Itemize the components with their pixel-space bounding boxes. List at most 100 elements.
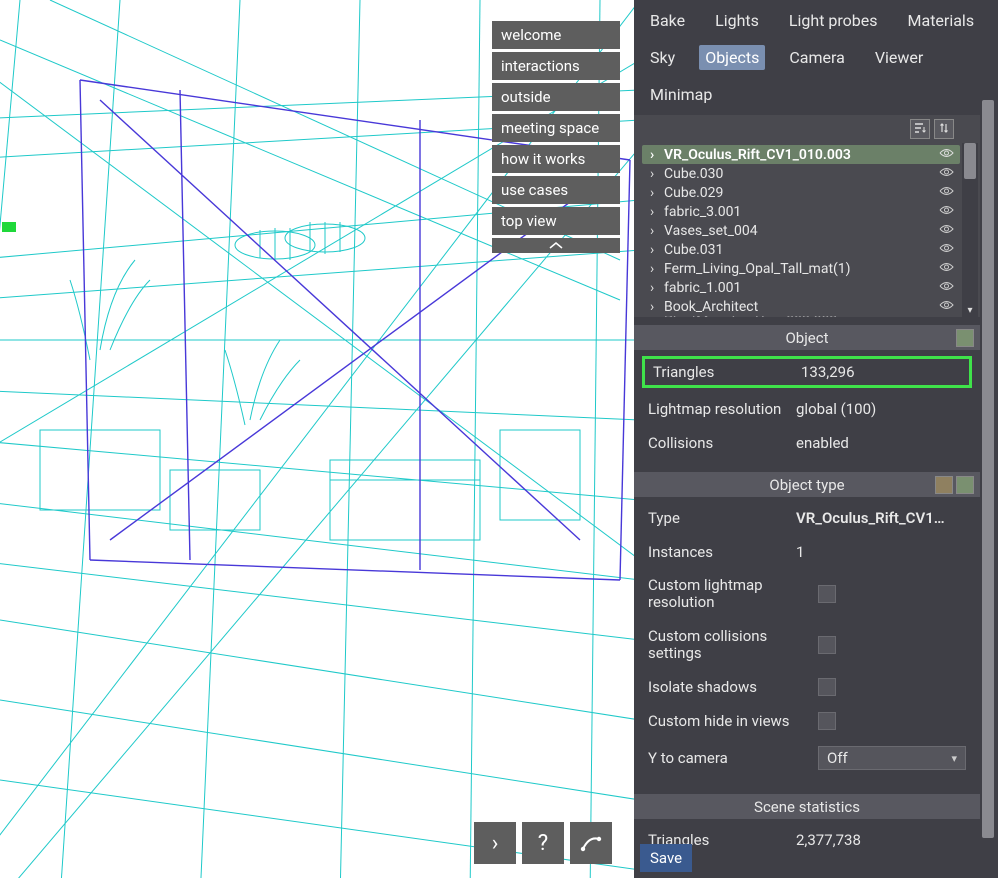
objtype-type-row: Type VR_Oculus_Rift_CV1… [634, 501, 980, 535]
tree-row[interactable]: › Cube.030 [642, 164, 960, 183]
chevron-right-icon: › [650, 166, 660, 182]
prop-label: Isolate shadows [648, 678, 818, 696]
tab-lights[interactable]: Lights [709, 8, 765, 33]
tab-bake[interactable]: Bake [644, 8, 691, 33]
prop-label: Collisions [648, 434, 796, 452]
chevron-right-icon: › [650, 242, 660, 258]
visibility-icon[interactable] [939, 242, 954, 258]
prop-label: Y to camera [648, 749, 818, 767]
view-menu-collapse[interactable] [492, 238, 620, 253]
sort-updown-button[interactable] [934, 119, 954, 139]
sort-arrows-icon [938, 122, 950, 137]
prop-label: Instances [648, 543, 796, 561]
visibility-icon[interactable] [939, 299, 954, 315]
tree-row-label: Vases_set_004 [664, 223, 758, 239]
object-collisions-row: Collisions enabled [634, 426, 980, 460]
help-button[interactable]: ? [522, 822, 564, 864]
color-swatch[interactable] [956, 329, 974, 347]
checkbox[interactable] [818, 636, 836, 654]
tree-row[interactable]: › Cube.029 [642, 183, 960, 202]
view-menu-item[interactable]: how it works [492, 145, 620, 173]
view-menu-item[interactable]: welcome [492, 21, 620, 49]
tree-row[interactable]: › VR_Oculus_Rift_CV1_010.003 [642, 145, 960, 164]
tree-row[interactable]: › Ferm_Living_Opal_Tall_mat(1) [642, 259, 960, 278]
tree-row[interactable]: › Vases_set_004 [642, 221, 960, 240]
visibility-icon[interactable] [939, 280, 954, 296]
view-menu-item[interactable]: top view [492, 207, 620, 235]
objtype-instances-row: Instances 1 [634, 535, 980, 569]
visibility-icon[interactable] [939, 185, 954, 201]
prop-label: Custom collisions settings [648, 628, 818, 663]
visibility-icon[interactable] [939, 261, 954, 277]
visibility-icon[interactable] [939, 223, 954, 239]
scrollbar-thumb[interactable] [982, 100, 994, 838]
select-value: Off [827, 749, 848, 767]
stats-section-header[interactable]: Scene statistics [634, 794, 980, 819]
tab-camera[interactable]: Camera [783, 45, 850, 70]
objtype-custom-hide-row: Custom hide in views [634, 704, 980, 738]
save-button[interactable]: Save [640, 844, 692, 872]
objtype-section-header[interactable]: Object type [634, 472, 980, 497]
object-tree: › VR_Oculus_Rift_CV1_010.003 › Cube.030 … [634, 143, 980, 317]
prop-value: VR_Oculus_Rift_CV1… [796, 509, 945, 527]
tab-light-probes[interactable]: Light probes [783, 8, 884, 33]
tree-row-label: Ferm_Living_Opal_Tall_mat(1) [664, 261, 851, 277]
scrollbar-thumb[interactable] [964, 143, 976, 179]
view-menu-item[interactable]: use cases [492, 176, 620, 204]
tab-minimap[interactable]: Minimap [644, 82, 718, 107]
ytocam-select[interactable]: Off ▾ [818, 746, 966, 770]
chevron-right-icon: › [650, 223, 660, 239]
panel-scrollbar[interactable] [980, 100, 996, 838]
section-title: Object [785, 329, 828, 347]
tree-row-label: Book_Architect [664, 299, 758, 315]
checkbox[interactable] [818, 678, 836, 696]
section-title: Scene statistics [754, 798, 860, 816]
object-lightmap-row: Lightmap resolution global (100) [634, 392, 980, 426]
tree-row[interactable]: › Cube.031 [642, 240, 960, 259]
chevron-down-icon: ▾ [951, 752, 957, 765]
prop-value: global (100) [796, 400, 876, 418]
tree-row[interactable]: › PlantMonsteraVase002.003 [642, 316, 960, 317]
prop-value: 2,377,738 [796, 831, 861, 849]
visibility-icon[interactable] [939, 166, 954, 182]
tree-row[interactable]: › fabric_3.001 [642, 202, 960, 221]
chevron-right-icon: › [650, 316, 660, 317]
object-section-header[interactable]: Object [634, 325, 980, 350]
expand-panel-button[interactable]: › [474, 822, 516, 864]
color-swatch[interactable] [956, 476, 974, 494]
tree-row[interactable]: › fabric_1.001 [642, 278, 960, 297]
color-swatch[interactable] [935, 476, 953, 494]
tab-viewer[interactable]: Viewer [869, 45, 930, 70]
tree-scrollbar[interactable]: ▾ [962, 143, 978, 317]
tab-objects[interactable]: Objects [699, 45, 765, 70]
curve-icon [580, 832, 602, 854]
visibility-icon[interactable] [939, 147, 954, 163]
chevron-right-icon: › [650, 204, 660, 220]
tree-row-label: fabric_1.001 [664, 280, 741, 296]
tree-row-label: Cube.031 [664, 242, 723, 258]
checkbox[interactable] [818, 585, 836, 603]
prop-label: Type [648, 509, 796, 527]
scrollbar-down-icon[interactable]: ▾ [962, 303, 978, 317]
view-menu-item[interactable]: outside [492, 83, 620, 111]
chevron-right-icon: › [650, 147, 660, 163]
panel-tabs: Bake Lights Light probes Materials Sky O… [634, 0, 998, 111]
chevron-right-icon: › [650, 261, 660, 277]
checkbox[interactable] [818, 712, 836, 730]
tab-materials[interactable]: Materials [902, 8, 981, 33]
chevron-right-icon: › [492, 831, 499, 856]
visibility-icon[interactable] [939, 204, 954, 220]
viewport-3d[interactable]: welcome interactions outside meeting spa… [0, 0, 634, 878]
view-menu-item[interactable]: interactions [492, 52, 620, 80]
view-menu-item[interactable]: meeting space [492, 114, 620, 142]
path-tool-button[interactable] [570, 822, 612, 864]
prop-label: Custom lightmap resolution [648, 577, 818, 612]
tab-sky[interactable]: Sky [644, 45, 681, 70]
prop-value: 1 [796, 543, 804, 561]
chevron-right-icon: › [650, 280, 660, 296]
properties-panel: Bake Lights Light probes Materials Sky O… [634, 0, 998, 878]
tree-row[interactable]: › Book_Architect [642, 297, 960, 316]
sort-priority-button[interactable] [910, 119, 930, 139]
prop-label: Lightmap resolution [648, 400, 796, 418]
objtype-ytocam-row: Y to camera Off ▾ [634, 738, 980, 778]
